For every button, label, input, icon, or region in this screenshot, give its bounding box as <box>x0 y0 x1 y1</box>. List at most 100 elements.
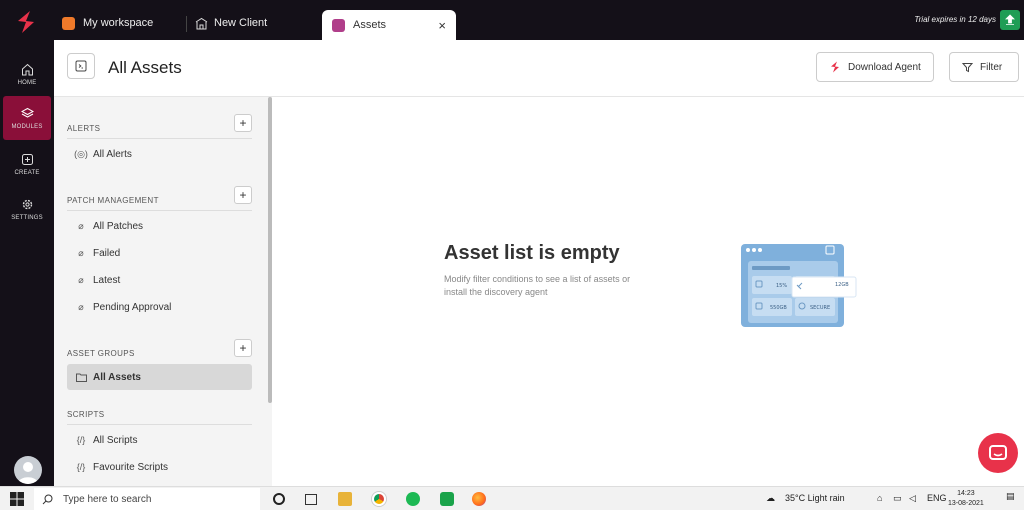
panel-item-all-patches[interactable]: ⌀ All Patches <box>67 213 252 239</box>
item-label: Favourite Scripts <box>93 461 169 473</box>
chrome-icon[interactable] <box>372 492 386 506</box>
plus-square-icon <box>21 153 33 165</box>
windows-start-icon[interactable] <box>10 492 24 506</box>
toggle-panel-button[interactable] <box>67 53 95 79</box>
item-label: All Scripts <box>93 434 138 446</box>
weather-status[interactable]: 35°C Light rain <box>785 493 845 503</box>
trial-notice: Trial expires in 12 days <box>914 15 996 24</box>
weather-icon[interactable]: ☁ <box>766 493 775 504</box>
divider <box>67 210 252 211</box>
page-title: All Assets <box>108 58 182 77</box>
item-label: All Assets <box>93 371 141 383</box>
home-icon <box>21 63 33 75</box>
patch-icon: ⌀ <box>78 301 84 312</box>
divider <box>67 424 252 425</box>
panel-item-latest[interactable]: ⌀ Latest <box>67 267 252 293</box>
taskbar-search[interactable]: Type here to search <box>34 488 260 510</box>
clock-time: 14:23 <box>957 490 975 497</box>
rail-settings[interactable]: SETTINGS <box>3 187 51 231</box>
panel-toggle-icon <box>75 60 87 72</box>
rail-label: MODULES <box>11 123 43 130</box>
network-icon[interactable]: ▭ <box>893 493 902 504</box>
firefox-icon[interactable] <box>472 492 486 506</box>
rail-home[interactable]: HOME <box>3 52 51 96</box>
section-title-asset-groups: ASSET GROUPS <box>67 349 135 358</box>
help-chat-button[interactable] <box>978 433 1018 473</box>
language-indicator[interactable]: ENG <box>927 493 947 503</box>
cortana-icon[interactable] <box>273 493 285 505</box>
system-clock[interactable]: 14:23 13-08-2021 <box>948 489 984 509</box>
modules-panel: ALERTS + (◎) All Alerts PATCH MANAGEMENT… <box>54 97 272 486</box>
tab-divider <box>186 16 187 32</box>
illustration-card-value: 12GB <box>835 282 849 288</box>
chat-icon <box>989 445 1007 460</box>
illustration-stat: 15% <box>776 283 787 289</box>
task-view-icon[interactable] <box>305 494 317 505</box>
tab-label: New Client <box>214 17 268 29</box>
os-taskbar: Type here to search ☁ 35°C Light rain ⌂ … <box>0 486 1024 510</box>
app-logo[interactable] <box>12 8 40 36</box>
panel-item-all-alerts[interactable]: (◎) All Alerts <box>67 141 252 167</box>
button-label: Filter <box>980 61 1003 73</box>
module-rail: HOME MODULES CREATE SETTINGS <box>0 40 54 486</box>
tab-assets[interactable]: Assets × <box>322 10 456 40</box>
folder-icon <box>75 371 87 383</box>
divider <box>67 138 252 139</box>
empty-assets-illustration: 15% 550GB SECURE 12GB <box>741 244 857 327</box>
user-icon <box>18 462 38 484</box>
item-label: All Alerts <box>93 148 132 160</box>
add-patch-button[interactable]: + <box>234 186 252 204</box>
rail-label: SETTINGS <box>11 214 43 221</box>
filter-button[interactable]: Filter <box>949 52 1019 82</box>
rail-create[interactable]: CREATE <box>3 142 51 186</box>
patch-icon: ⌀ <box>78 220 84 231</box>
alert-icon: (◎) <box>74 148 88 159</box>
rail-label: CREATE <box>14 169 40 176</box>
people-icon[interactable]: ⌂ <box>877 493 882 503</box>
item-label: Pending Approval <box>93 301 172 313</box>
add-alert-button[interactable]: + <box>234 114 252 132</box>
panel-item-pending-approval[interactable]: ⌀ Pending Approval <box>67 294 252 320</box>
clock-date: 13-08-2021 <box>948 500 984 507</box>
volume-icon[interactable]: ◁ <box>909 493 916 504</box>
search-icon <box>42 494 53 504</box>
empty-state-description: Modify filter conditions to see a list o… <box>444 274 631 297</box>
layers-icon <box>20 107 34 118</box>
illustration-stat: 550GB <box>770 305 787 311</box>
code-icon: {/} <box>76 435 86 445</box>
download-agent-button[interactable]: Download Agent <box>816 52 934 82</box>
tab-label: Assets <box>353 19 387 31</box>
spotify-icon[interactable] <box>406 492 420 506</box>
patch-icon: ⌀ <box>78 274 84 285</box>
app-icon[interactable] <box>440 492 454 506</box>
assets-tab-icon <box>332 18 345 32</box>
notifications-icon[interactable]: ▤ <box>1006 491 1015 502</box>
panel-scrollbar[interactable] <box>268 97 272 403</box>
section-title-scripts: SCRIPTS <box>67 410 105 419</box>
workspace-icon <box>62 16 75 30</box>
illustration-stat: SECURE <box>810 305 830 311</box>
top-bar: My workspace New Client Assets × Trial e… <box>0 0 1024 40</box>
user-avatar[interactable] <box>14 456 42 484</box>
item-label: Latest <box>93 274 121 286</box>
item-label: All Patches <box>93 220 144 232</box>
tab-new-client[interactable]: New Client <box>195 10 267 36</box>
building-icon <box>195 17 208 29</box>
file-explorer-icon[interactable] <box>338 492 352 506</box>
close-tab-icon[interactable]: × <box>438 18 446 33</box>
add-asset-group-button[interactable]: + <box>234 339 252 357</box>
page-header: All Assets Download Agent Filter <box>54 40 1024 97</box>
panel-item-all-assets[interactable]: All Assets <box>67 364 252 390</box>
upload-icon <box>1005 14 1015 25</box>
section-title-alerts: ALERTS <box>67 124 101 133</box>
gear-icon <box>22 199 32 209</box>
panel-item-failed[interactable]: ⌀ Failed <box>67 240 252 266</box>
panel-item-favourite-scripts[interactable]: {/} Favourite Scripts <box>67 454 252 480</box>
panel-item-all-scripts[interactable]: {/} All Scripts <box>67 427 252 453</box>
upgrade-button[interactable] <box>1000 10 1020 30</box>
rail-modules[interactable]: MODULES <box>3 96 51 140</box>
tab-my-workspace[interactable]: My workspace <box>62 10 153 36</box>
patch-icon: ⌀ <box>78 247 84 258</box>
button-label: Download Agent <box>848 61 921 73</box>
empty-state-title: Asset list is empty <box>444 242 620 264</box>
